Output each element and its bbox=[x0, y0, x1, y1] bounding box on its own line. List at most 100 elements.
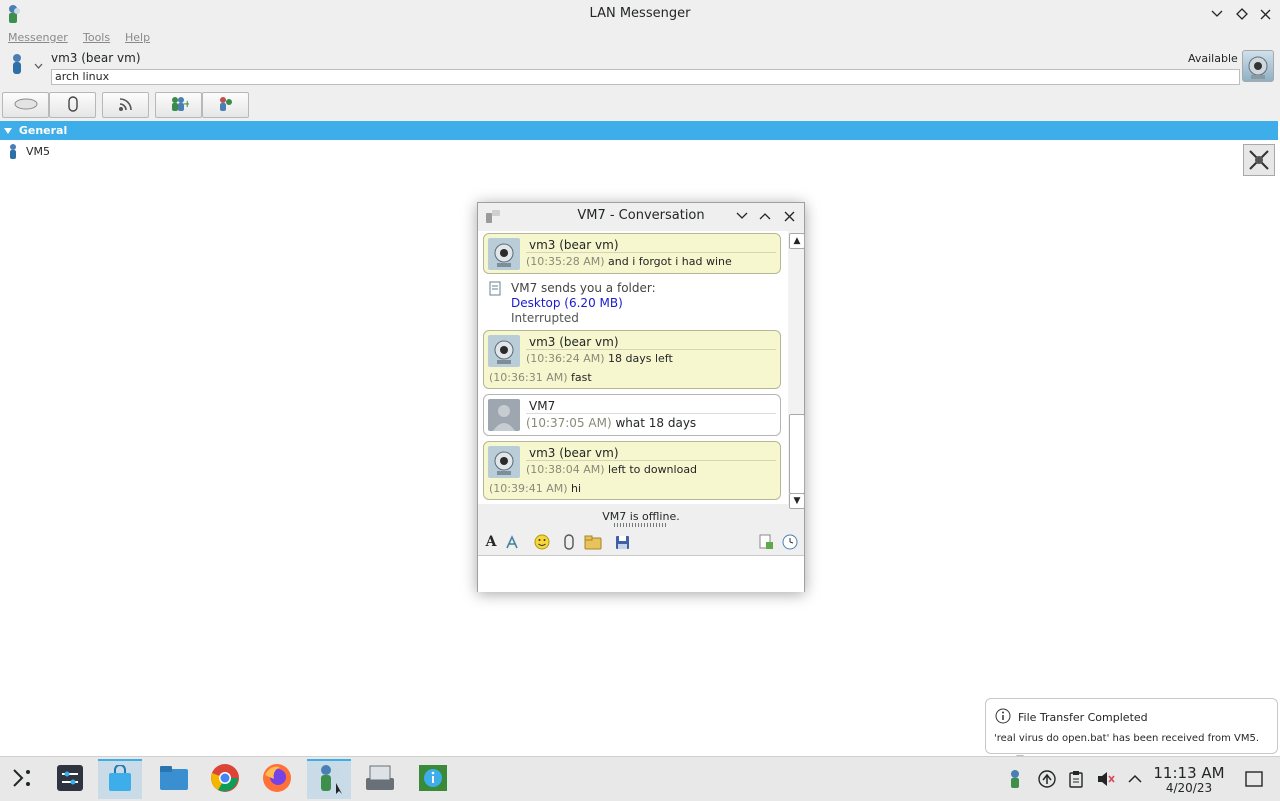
message-text: hi bbox=[571, 482, 582, 495]
message-text: left to download bbox=[608, 463, 698, 476]
show-desktop-icon[interactable] bbox=[1244, 769, 1264, 789]
profile-name[interactable]: vm3 (bear vm) bbox=[51, 51, 141, 65]
file-transfer-link[interactable]: Desktop (6.20 MB) bbox=[511, 296, 623, 310]
window-title: LAN Messenger bbox=[589, 6, 691, 21]
message-timestamp: (10:35:28 AM) bbox=[526, 255, 605, 268]
status-text: Available bbox=[1188, 52, 1238, 65]
message-line: (10:35:28 AM) and i forgot i had wine bbox=[526, 255, 732, 268]
conversation-minimize-button[interactable] bbox=[733, 207, 751, 225]
title-bar: LAN Messenger bbox=[0, 0, 1280, 28]
tray-clipboard-icon[interactable] bbox=[1066, 769, 1086, 789]
taskbar-lan-messenger[interactable] bbox=[307, 759, 351, 799]
clock-time[interactable]: 11:13 AM bbox=[1150, 765, 1228, 781]
send-file-icon[interactable] bbox=[560, 533, 578, 551]
avatar bbox=[488, 335, 520, 367]
rss-icon bbox=[118, 96, 134, 115]
taskbar-system-info[interactable] bbox=[411, 759, 455, 799]
avatar bbox=[488, 446, 520, 478]
contact-status-line: VM7 is offline. bbox=[602, 510, 680, 523]
paperclip-icon bbox=[66, 95, 80, 116]
taskbar-chrome[interactable] bbox=[203, 759, 247, 799]
scroll-thumb[interactable] bbox=[789, 414, 805, 494]
folder-icon bbox=[159, 765, 189, 794]
history-icon[interactable] bbox=[781, 533, 799, 551]
chrome-icon bbox=[210, 763, 240, 796]
close-button[interactable] bbox=[1256, 5, 1274, 23]
firefox-icon bbox=[262, 763, 292, 796]
add-contact-button[interactable]: + bbox=[155, 92, 202, 118]
lan-messenger-icon bbox=[316, 763, 342, 798]
message-history[interactable]: vm3 (bear vm) (10:35:28 AM) and i forgot… bbox=[478, 231, 788, 504]
contact-online-icon bbox=[8, 144, 18, 163]
message-sender: vm3 (bear vm) bbox=[529, 446, 619, 460]
status-icon[interactable] bbox=[10, 53, 24, 74]
broadcast-button[interactable] bbox=[102, 92, 149, 118]
message-line: (10:36:24 AM) 18 days left bbox=[526, 352, 673, 365]
scrollbar[interactable]: ▲ ▼ bbox=[788, 231, 805, 509]
message-sender: vm3 (bear vm) bbox=[529, 238, 619, 252]
taskbar-settings[interactable] bbox=[48, 759, 92, 799]
scroll-up-button[interactable]: ▲ bbox=[789, 233, 805, 249]
message-bubble: vm3 (bear vm) (10:36:24 AM) 18 days left… bbox=[483, 330, 781, 389]
clock-date[interactable]: 4/20/23 bbox=[1150, 781, 1228, 795]
contact-name: VM5 bbox=[26, 145, 51, 158]
contact-item-vm5[interactable]: VM5 bbox=[0, 143, 300, 161]
menu-help[interactable]: Help bbox=[125, 31, 150, 44]
save-icon[interactable] bbox=[613, 533, 631, 551]
font-icon[interactable]: A bbox=[482, 533, 500, 551]
users-add-icon: + bbox=[169, 95, 191, 116]
settings-icon bbox=[56, 764, 84, 795]
message-sender: vm3 (bear vm) bbox=[529, 335, 619, 349]
taskbar-firefox[interactable] bbox=[255, 759, 299, 799]
contact-avatar bbox=[1243, 144, 1275, 176]
taskbar-scanner[interactable] bbox=[358, 759, 402, 799]
message-input[interactable] bbox=[478, 555, 804, 592]
store-bag-icon bbox=[107, 763, 133, 796]
chevron-down-icon[interactable] bbox=[34, 58, 43, 72]
send-file-button[interactable] bbox=[49, 92, 96, 118]
message-sender: VM7 bbox=[529, 399, 556, 413]
notification-popup[interactable]: File Transfer Completed 'real virus do o… bbox=[985, 698, 1278, 754]
menu-tools[interactable]: Tools bbox=[83, 31, 110, 44]
avatar[interactable] bbox=[1242, 50, 1274, 82]
avatar bbox=[488, 238, 520, 270]
message-text: and i forgot i had wine bbox=[608, 255, 732, 268]
tray-lan-messenger-icon[interactable] bbox=[1006, 769, 1026, 789]
maximize-button[interactable] bbox=[1233, 5, 1251, 23]
launcher-icon bbox=[10, 766, 34, 793]
scanner-icon bbox=[364, 764, 396, 795]
info-icon bbox=[995, 708, 1011, 727]
taskbar-discover[interactable] bbox=[98, 759, 142, 799]
notification-title: File Transfer Completed bbox=[1018, 711, 1148, 724]
send-folder-icon[interactable] bbox=[584, 533, 602, 551]
scroll-down-button[interactable]: ▼ bbox=[789, 493, 805, 509]
font-color-icon[interactable] bbox=[504, 533, 522, 551]
conversation-maximize-button[interactable] bbox=[756, 207, 774, 225]
message-text: fast bbox=[571, 371, 592, 384]
menu-bar: Messenger Tools Help bbox=[0, 28, 1280, 48]
tray-volume-muted-icon[interactable] bbox=[1096, 769, 1116, 789]
expand-arrow-icon bbox=[4, 128, 12, 134]
tray-updates-icon[interactable] bbox=[1037, 769, 1057, 789]
tray-expand-icon[interactable] bbox=[1125, 769, 1145, 789]
message-bubble: VM7 (10:37:05 AM) what 18 days bbox=[483, 394, 781, 436]
message-line: (10:39:41 AM) hi bbox=[489, 482, 581, 495]
taskbar-files[interactable] bbox=[152, 759, 196, 799]
conversation-close-button[interactable] bbox=[780, 207, 798, 225]
app-launcher-button[interactable] bbox=[0, 759, 44, 799]
network-button[interactable] bbox=[202, 92, 249, 118]
message-timestamp: (10:37:05 AM) bbox=[526, 416, 612, 430]
add-contacts-icon[interactable] bbox=[757, 533, 775, 551]
minimize-button[interactable] bbox=[1208, 5, 1226, 23]
menu-messenger[interactable]: Messenger bbox=[8, 31, 68, 44]
personal-message-input[interactable]: arch linux bbox=[51, 69, 1240, 85]
smiley-icon[interactable] bbox=[533, 533, 551, 551]
splitter-handle[interactable] bbox=[614, 523, 668, 527]
file-transfer-status: Interrupted bbox=[511, 311, 579, 325]
chat-room-button[interactable] bbox=[2, 92, 49, 118]
users-network-icon bbox=[217, 95, 235, 116]
group-header[interactable]: General bbox=[0, 121, 1278, 140]
message-timestamp: (10:39:41 AM) bbox=[489, 482, 568, 495]
message-bubble: vm3 (bear vm) (10:38:04 AM) left to down… bbox=[483, 441, 781, 500]
message-line: (10:36:31 AM) fast bbox=[489, 371, 592, 384]
